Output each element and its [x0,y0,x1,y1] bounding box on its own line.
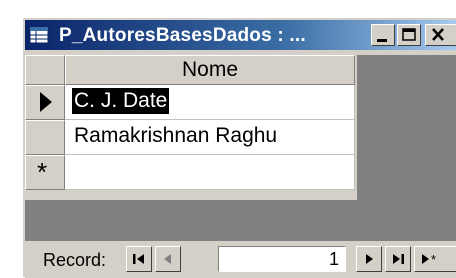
table-icon [29,26,49,44]
last-record-icon [393,254,404,264]
column-header-nome[interactable]: Nome [65,55,355,85]
new-record-row: * [25,155,355,190]
nome-cell[interactable]: Ramakrishnan Raghu [65,120,355,155]
first-record-button[interactable] [126,246,152,272]
new-record-button[interactable]: * [414,246,456,272]
datasheet-window: P_AutoresBasesDados : ... Nome C. J. Dat… [22,17,456,278]
previous-record-icon [164,254,171,264]
new-record-icon: * [37,157,48,187]
new-record-selector[interactable]: * [25,155,65,190]
minimize-icon [377,39,387,42]
title-bar[interactable]: P_AutoresBasesDados : ... [25,20,456,50]
window-title: P_AutoresBasesDados : ... [59,25,306,46]
empty-workspace [25,200,357,240]
maximize-icon [402,28,416,41]
first-record-icon [133,254,144,264]
empty-workspace [357,55,456,241]
select-all-corner[interactable] [25,55,65,85]
table-row: C. J. Date [25,85,355,120]
nome-cell-new[interactable] [65,155,355,190]
nome-cell[interactable]: C. J. Date [65,85,355,120]
current-record-icon [40,92,52,112]
maximize-button[interactable] [397,24,421,46]
close-button[interactable] [425,24,456,46]
record-label: Record: [43,250,107,270]
previous-record-button[interactable] [155,246,181,272]
record-selector[interactable] [25,120,65,155]
next-record-icon [366,254,373,264]
svg-text:*: * [431,252,436,267]
next-record-button[interactable] [356,246,382,272]
cell-value: C. J. Date [72,88,170,114]
new-record-icon: * [422,252,436,267]
record-navigator: Record: 1 * [25,240,456,278]
close-icon [432,28,444,41]
record-number-input[interactable]: 1 [218,246,346,272]
minimize-button[interactable] [371,24,395,46]
record-selector[interactable] [25,85,65,120]
last-record-button[interactable] [385,246,411,272]
header-row: Nome [25,55,355,85]
cell-value: Ramakrishnan Raghu [74,124,278,147]
table-row: Ramakrishnan Raghu [25,120,355,155]
